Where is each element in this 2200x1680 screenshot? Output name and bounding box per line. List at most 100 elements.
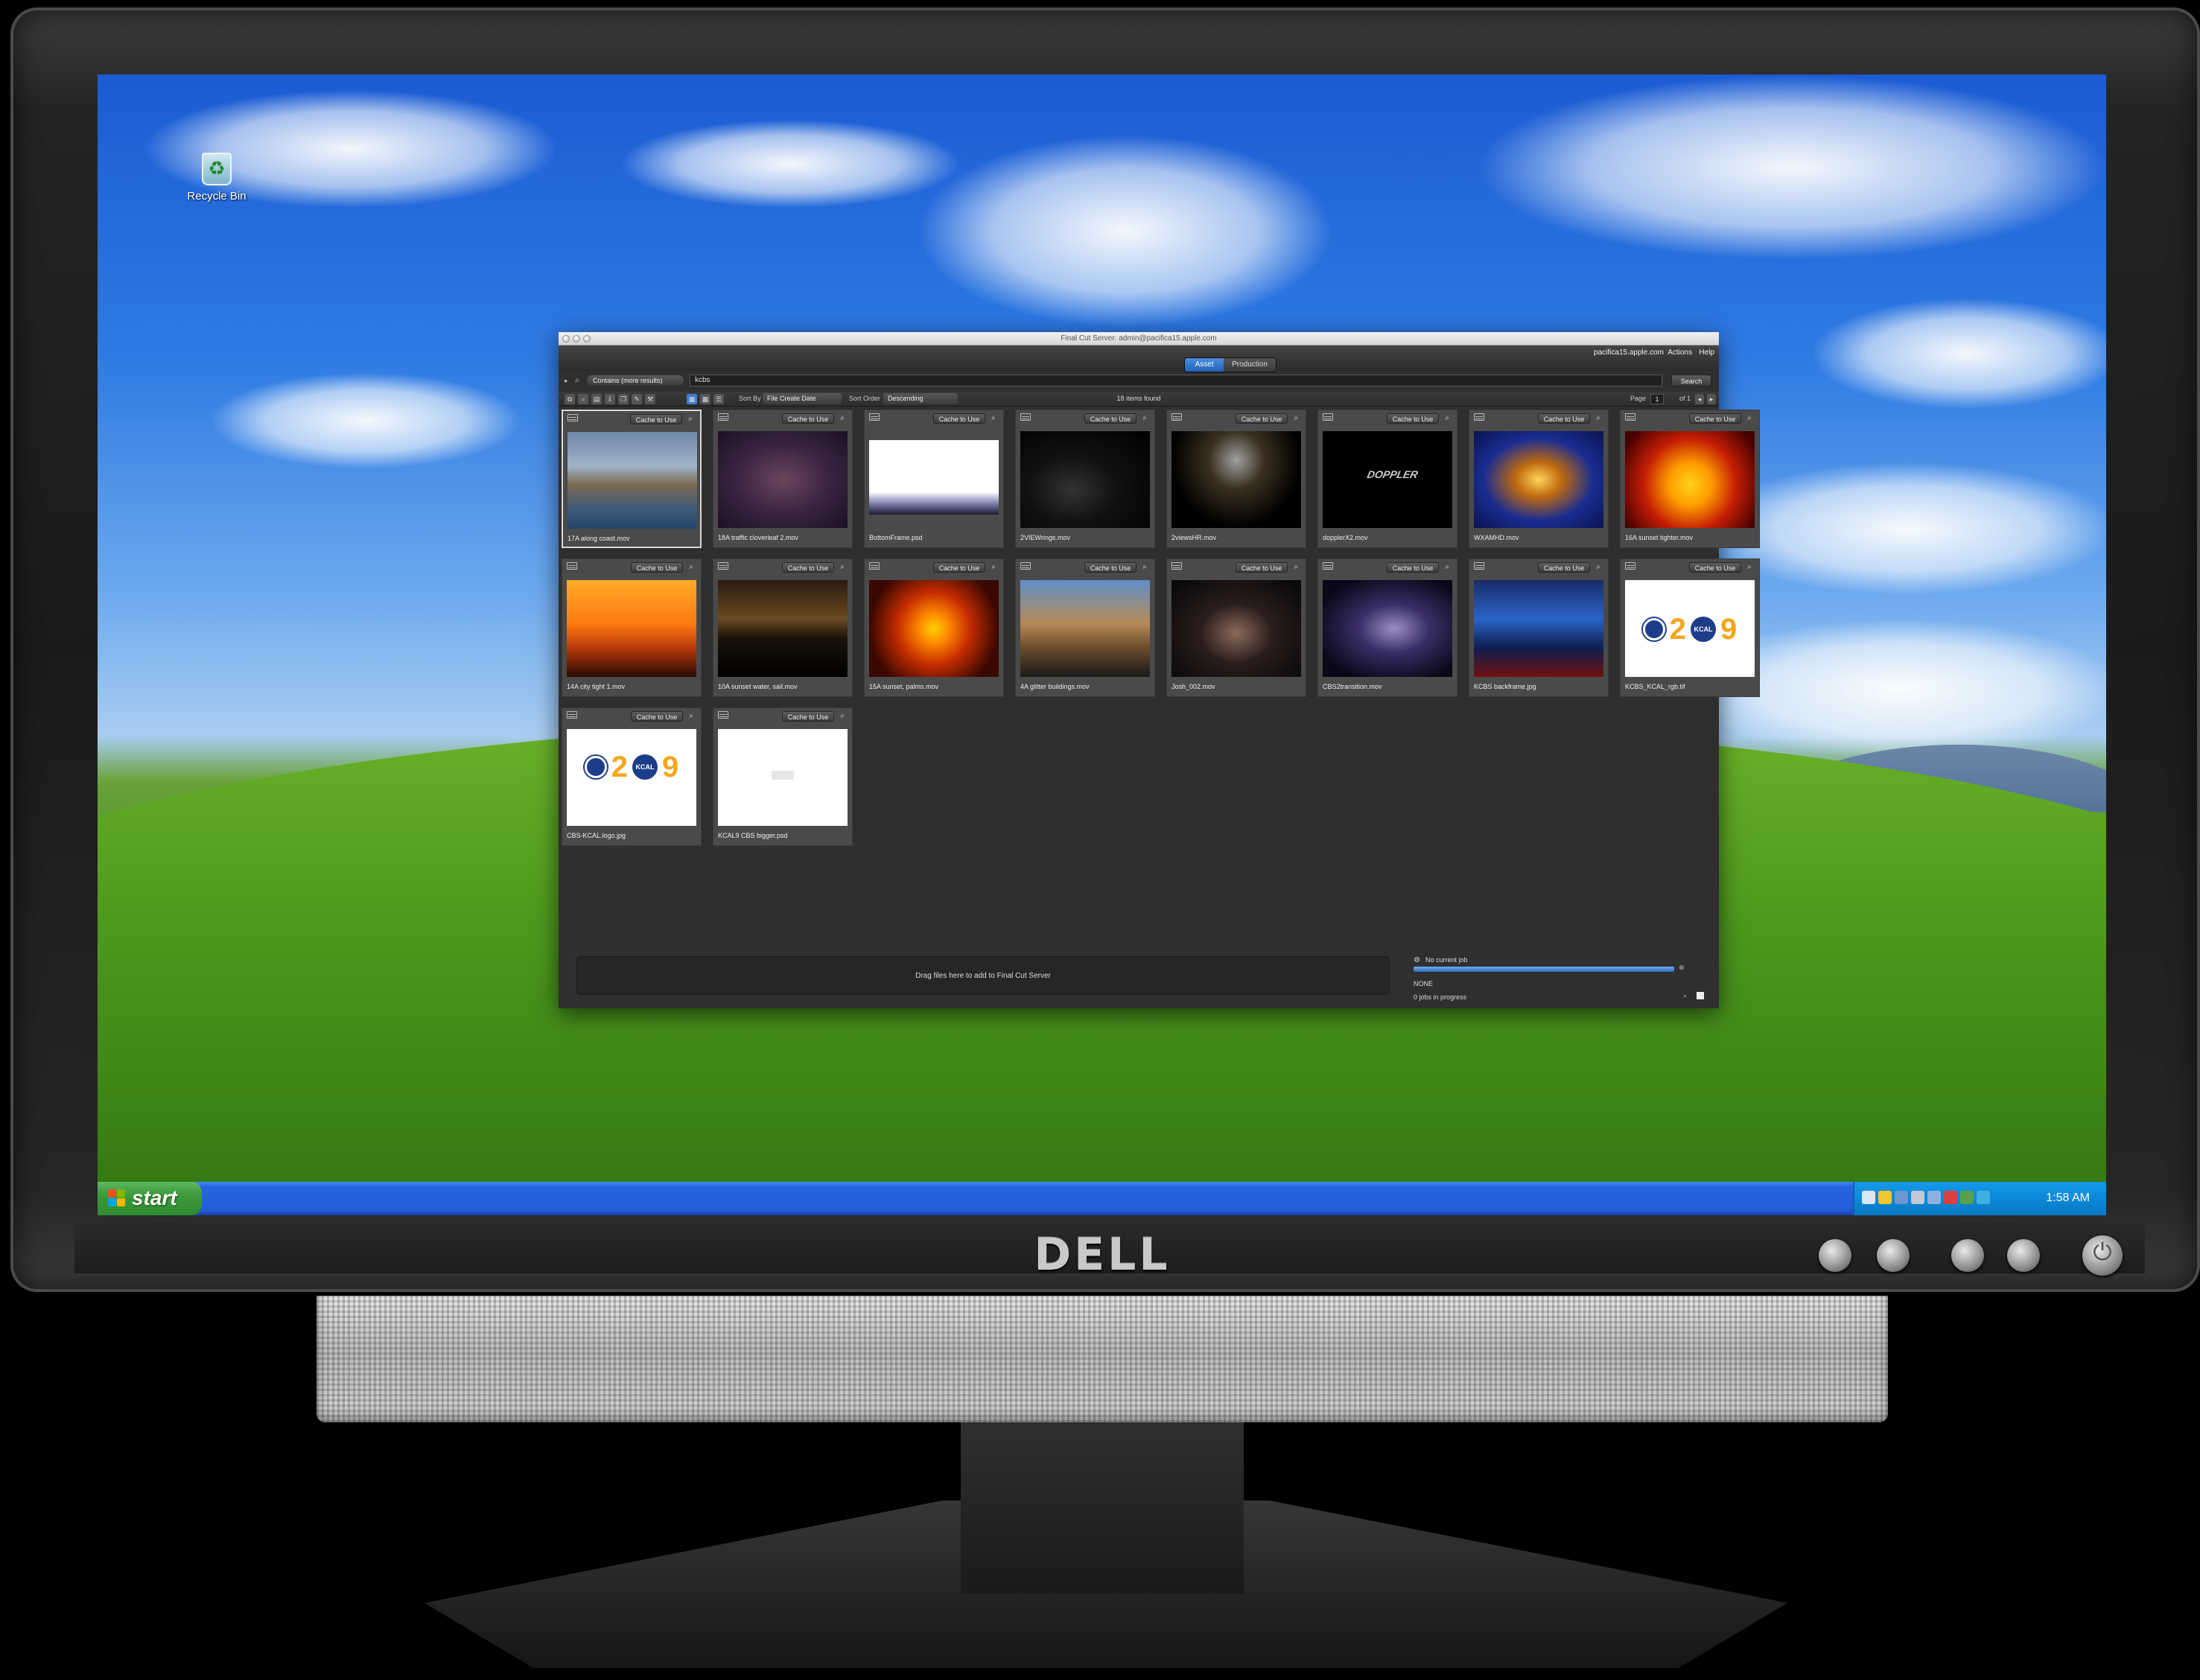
next-page-icon[interactable]: ▸ (1707, 394, 1716, 404)
preview-icon[interactable]: ⌕ (1442, 413, 1452, 424)
prev-page-icon[interactable]: ◂ (1695, 394, 1704, 404)
display-icon[interactable] (1911, 1191, 1924, 1204)
shield-icon[interactable] (1878, 1191, 1892, 1204)
asset-tile[interactable]: Cache to Use ⌕ 17A along coast.mov (562, 410, 702, 548)
cache-to-use-button[interactable]: Cache to Use (631, 711, 683, 722)
preview-icon[interactable]: ⌕ (685, 414, 696, 424)
monitor-icon[interactable] (1927, 1191, 1941, 1204)
search-input[interactable]: kcbs (690, 375, 1662, 386)
cache-to-use-button[interactable]: Cache to Use (933, 562, 985, 573)
cache-to-use-button[interactable]: Cache to Use (782, 413, 834, 424)
cache-to-use-button[interactable]: Cache to Use (1387, 562, 1439, 573)
asset-tile[interactable]: Cache to Use ⌕ 15A sunset, palms.mov (864, 559, 1004, 697)
start-button[interactable]: start (98, 1182, 202, 1215)
cache-to-use-button[interactable]: Cache to Use (1689, 562, 1741, 573)
preview-icon[interactable]: ⌕ (1744, 413, 1755, 424)
preview-icon[interactable]: ⌕ (1139, 413, 1150, 424)
network-icon[interactable] (1862, 1191, 1875, 1204)
asset-tile[interactable]: Cache to Use ⌕ 10A sunset water, sail.mov (713, 559, 853, 697)
preview-icon[interactable]: ⌕ (837, 562, 848, 573)
asset-thumbnail (869, 580, 999, 677)
asset-tile[interactable]: Cache to Use ⌕ KCBS backframe.jpg (1469, 559, 1609, 697)
monitor-down-button[interactable] (1951, 1239, 1984, 1272)
asset-tile[interactable]: Cache to Use ⌕ 4A glitter buildings.mov (1015, 559, 1155, 697)
cache-to-use-button[interactable]: Cache to Use (1236, 413, 1288, 424)
page-label: Page (1630, 395, 1646, 402)
preview-icon[interactable]: ⌕ (837, 711, 848, 722)
actions-menu[interactable]: Actions (1668, 349, 1692, 357)
monitor-input-button[interactable] (1819, 1239, 1851, 1272)
asset-tile[interactable]: Cache to Use ⌕ 18A traffic cloverleaf 2.mo… (713, 410, 853, 548)
preview-icon[interactable]: ⌕ (1291, 562, 1301, 573)
disclosure-triangle-icon[interactable]: ▸ (565, 377, 568, 385)
image-file-icon (869, 413, 880, 421)
resize-grip-icon[interactable] (1697, 992, 1704, 999)
help-menu[interactable]: Help (1699, 349, 1714, 357)
cache-to-use-button[interactable]: Cache to Use (933, 413, 985, 424)
final-cut-server-window: Final Cut Server: admin@pacifica15.apple… (559, 332, 1760, 1008)
cache-to-use-button[interactable]: Cache to Use (1084, 413, 1136, 424)
cache-to-use-button[interactable]: Cache to Use (782, 711, 834, 722)
preview-icon[interactable]: ⌕ (1593, 562, 1603, 573)
asset-tile[interactable]: Cache to Use ⌕ CBS2transition.mov (1317, 559, 1457, 697)
asset-tile[interactable]: Cache to Use ⌕ 16A sunset tighter.mov (1620, 410, 1760, 548)
cache-to-use-button[interactable]: Cache to Use (1689, 413, 1741, 424)
preview-icon[interactable]: ⌕ (988, 413, 999, 424)
preview-icon[interactable]: ⌕ (1291, 413, 1301, 424)
monitor-menu-button[interactable] (1877, 1239, 1910, 1272)
search-button[interactable]: Search (1671, 375, 1711, 386)
app-header: pacifica15.apple.com Actions Help Asset … (559, 346, 1719, 372)
asset-tile[interactable]: Cache to Use ⌕ BottomFrame.psd (864, 410, 1004, 548)
video-file-icon (1323, 562, 1333, 570)
asset-thumbnail (1474, 580, 1603, 677)
power-button[interactable] (2082, 1235, 2123, 1276)
app-icon[interactable] (1960, 1191, 1974, 1204)
cache-to-use-button[interactable]: Cache to Use (1387, 413, 1439, 424)
preview-icon[interactable]: ⌕ (686, 562, 696, 573)
asset-tile[interactable]: Cache to Use ⌕ DOPPLER dopplerX2.mov (1317, 410, 1457, 548)
clock[interactable]: 1:58 AM (2046, 1191, 2090, 1205)
cache-to-use-button[interactable]: Cache to Use (631, 562, 683, 573)
preview-icon[interactable]: ⌕ (1593, 413, 1603, 424)
preview-icon[interactable]: ⌕ (1139, 562, 1150, 573)
update-icon[interactable] (1977, 1191, 1990, 1204)
drop-zone[interactable]: Drag files here to add to Final Cut Serv… (576, 956, 1390, 995)
preview-icon[interactable]: ⌕ (988, 562, 999, 573)
recycle-bin-shortcut[interactable]: Recycle Bin (183, 153, 250, 203)
search-mode-select[interactable]: Contains (more results) (587, 375, 684, 386)
volume-icon[interactable] (1895, 1191, 1908, 1204)
asset-thumbnail: 2 KCAL 9 (1625, 580, 1755, 677)
asset-tile[interactable]: Cache to Use ⌕ WXAMHD.mov (1469, 410, 1609, 548)
monitor-up-button[interactable] (2007, 1239, 2040, 1272)
preview-icon[interactable]: ⌕ (1442, 562, 1452, 573)
asset-tile[interactable]: Cache to Use ⌕ 2viewsHR.mov (1166, 410, 1306, 548)
window-titlebar[interactable]: Final Cut Server: admin@pacifica15.apple… (559, 332, 1719, 346)
preview-icon[interactable]: ⌕ (686, 711, 696, 722)
asset-tile[interactable]: Cache to Use ⌕ 2 KCAL 9 KCBS_KCAL_rgb.tif (1620, 559, 1760, 697)
cache-to-use-button[interactable]: Cache to Use (1538, 413, 1590, 424)
stop-job-icon[interactable]: ⊗ (1679, 964, 1685, 972)
asset-tile[interactable]: Cache to Use ⌕ 14A city tight 1.mov (562, 559, 702, 697)
preview-icon[interactable]: ⌕ (1744, 562, 1755, 573)
alert-icon[interactable] (1944, 1191, 1957, 1204)
cache-to-use-button[interactable]: Cache to Use (1236, 562, 1288, 573)
cache-to-use-button[interactable]: Cache to Use (1084, 562, 1136, 573)
cache-to-use-button[interactable]: Cache to Use (630, 414, 682, 424)
search-jobs-icon[interactable]: ⌕ (1683, 992, 1687, 1000)
asset-tile[interactable]: Cache to Use ⌕ Josh_002.mov (1166, 559, 1306, 697)
start-label: start (132, 1186, 177, 1209)
asset-tile[interactable]: Cache to Use ⌕ 2VIEWrings.mov (1015, 410, 1155, 548)
asset-tile[interactable]: Cache to Use ⌕ KCAL9 CBS bigger.psd (713, 707, 853, 846)
asset-tile[interactable]: Cache to Use ⌕ 2 KCAL 9 CBS-KCAL.logo.jpg (562, 707, 702, 846)
tab-production[interactable]: Production (1224, 358, 1276, 372)
page-input[interactable]: 1 (1650, 394, 1664, 404)
preview-icon[interactable]: ⌕ (837, 413, 848, 424)
asset-name: 10A sunset water, sail.mov (718, 683, 798, 690)
asset-name: WXAMHD.mov (1474, 534, 1519, 541)
items-found-count: 18 items found (1116, 395, 1161, 402)
cbs-kcal-logo: 2 KCAL 9 (567, 744, 696, 790)
cache-to-use-button[interactable]: Cache to Use (1538, 562, 1590, 573)
tab-asset[interactable]: Asset (1185, 358, 1224, 372)
cache-to-use-button[interactable]: Cache to Use (782, 562, 834, 573)
video-file-icon (567, 562, 577, 570)
